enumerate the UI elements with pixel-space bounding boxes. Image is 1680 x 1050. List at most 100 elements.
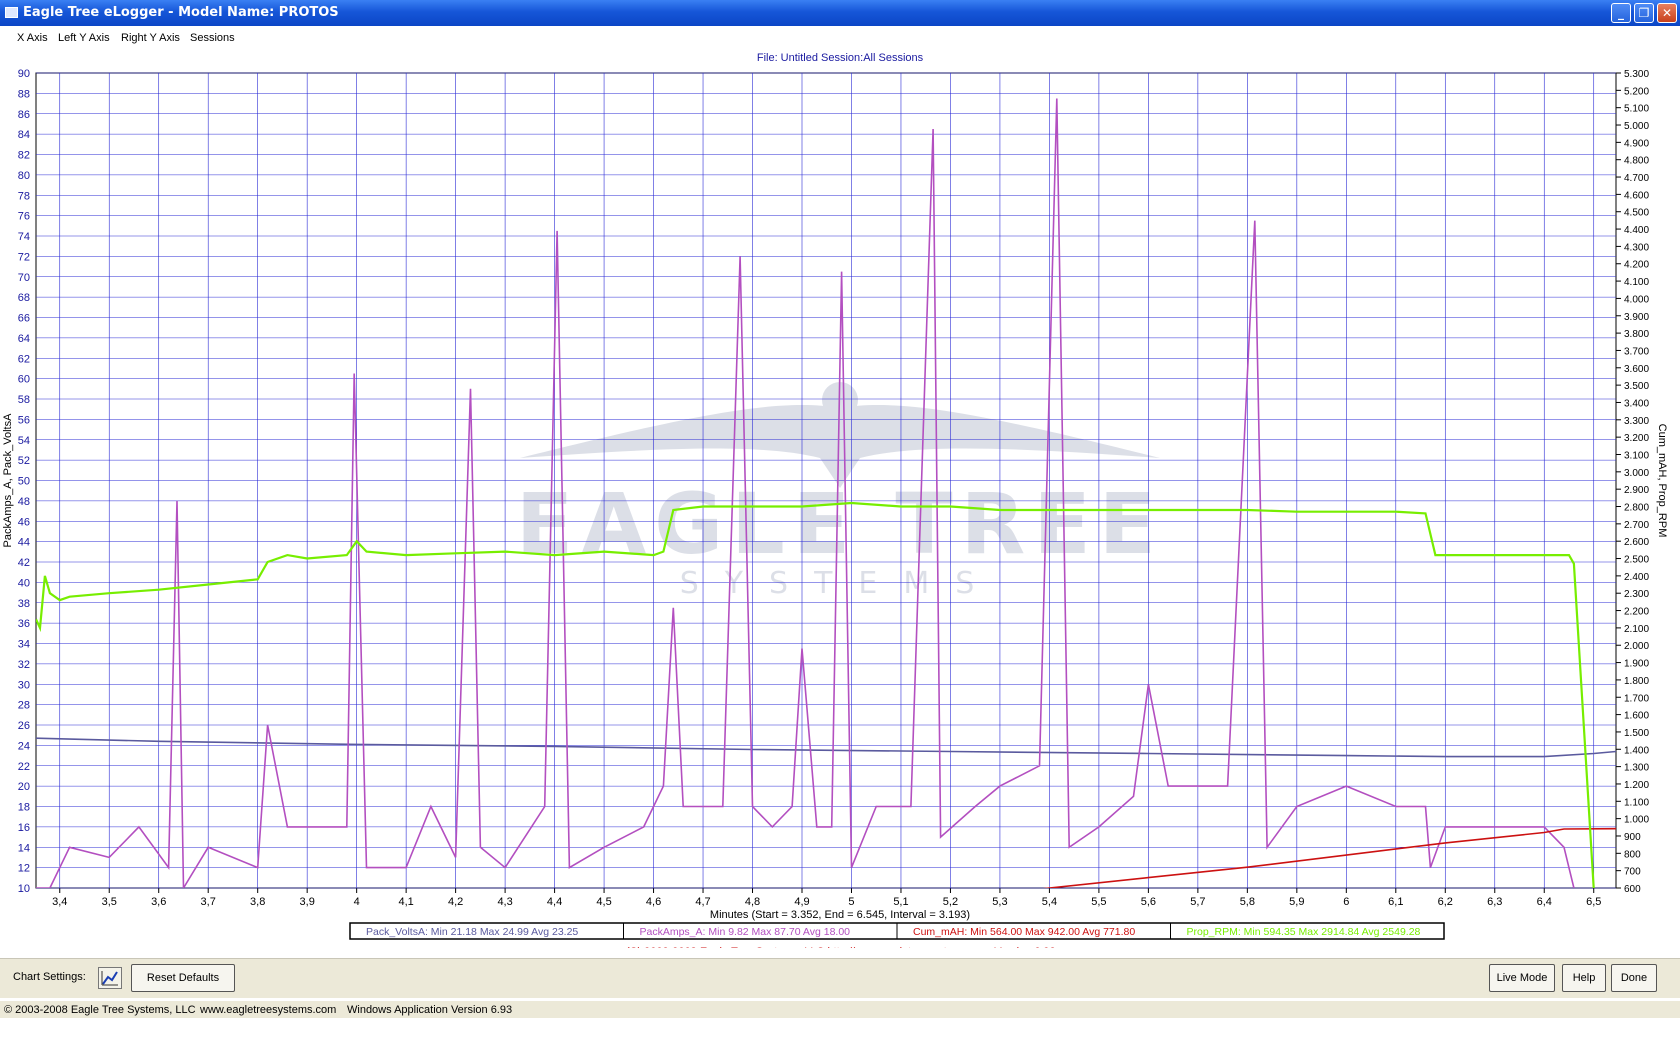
menu-sessions[interactable]: Sessions (190, 32, 235, 44)
window-title: Eagle Tree eLogger - Model Name: PROTOS (23, 5, 339, 20)
y-left-tick-label: 64 (18, 333, 30, 345)
live-mode-button[interactable]: Live Mode (1489, 964, 1555, 992)
y-left-tick-label: 88 (18, 88, 30, 100)
legend-entry: Cum_mAH: Min 564.00 Max 942.00 Avg 771.8… (913, 926, 1135, 938)
y-left-tick-label: 34 (18, 639, 30, 651)
y-right-tick-label: 3.000 (1624, 468, 1649, 479)
y-right-tick-label: 2.100 (1624, 624, 1649, 635)
y-left-tick-label: 36 (18, 618, 30, 630)
menu-x-axis[interactable]: X Axis (17, 32, 48, 44)
x-tick-label: 4,5 (596, 896, 611, 908)
x-tick-label: 5,8 (1240, 896, 1255, 908)
x-axis-label: Minutes (Start = 3.352, End = 6.545, Int… (710, 909, 970, 921)
y-right-tick-label: 2.500 (1624, 555, 1649, 566)
y-left-tick-label: 50 (18, 476, 30, 488)
menu-right-y-axis[interactable]: Right Y Axis (121, 32, 180, 44)
restore-icon: ❐ (1638, 6, 1650, 20)
y-right-tick-label: 5.000 (1624, 121, 1649, 132)
legend-entry: PackAmps_A: Min 9.82 Max 87.70 Avg 18.00 (640, 926, 851, 938)
y-right-tick-label: 1.300 (1624, 763, 1649, 774)
minimize-button[interactable]: _ (1611, 3, 1631, 23)
help-button[interactable]: Help (1562, 964, 1606, 992)
restore-button[interactable]: ❐ (1634, 3, 1654, 23)
x-tick-label: 6,1 (1388, 896, 1403, 908)
y-right-tick-label: 3.900 (1624, 312, 1649, 323)
y-left-tick-label: 38 (18, 598, 30, 610)
x-tick-label: 3,6 (151, 896, 166, 908)
y-right-tick-label: 4.000 (1624, 294, 1649, 305)
y-left-tick-label: 22 (18, 761, 30, 773)
y-right-tick-label: 800 (1624, 849, 1641, 860)
watermark-subtitle: SYSTEMS (680, 566, 1001, 601)
desktop-background (0, 1018, 1680, 1050)
reset-defaults-button[interactable]: Reset Defaults (131, 964, 235, 992)
y-right-tick-label: 2.000 (1624, 641, 1649, 652)
y-right-tick-label: 4.500 (1624, 208, 1649, 219)
x-tick-label: 6,2 (1438, 896, 1453, 908)
y-right-tick-label: 4.900 (1624, 138, 1649, 149)
x-tick-label: 5,7 (1190, 896, 1205, 908)
y-left-tick-label: 48 (18, 496, 30, 508)
y-left-tick-label: 62 (18, 353, 30, 365)
y-right-tick-label: 1.200 (1624, 780, 1649, 791)
y-left-tick-label: 90 (18, 68, 30, 80)
y-right-tick-label: 1.500 (1624, 728, 1649, 739)
y-right-tick-label: 4.400 (1624, 225, 1649, 236)
menu-left-y-axis[interactable]: Left Y Axis (58, 32, 110, 44)
app-copyright-line: (C) 2003-2008 Eagle Tree Systems, LLC ht… (625, 946, 1056, 948)
y-left-tick-label: 40 (18, 577, 30, 589)
y-right-tick-label: 3.500 (1624, 381, 1649, 392)
x-tick-label: 5,9 (1289, 896, 1304, 908)
x-tick-label: 3,4 (52, 896, 67, 908)
telemetry-chart[interactable]: File: Untitled Session:All Sessions EAGLE… (0, 48, 1680, 948)
y-right-tick-label: 2.200 (1624, 607, 1649, 618)
legend-entry: Prop_RPM: Min 594.35 Max 2914.84 Avg 254… (1187, 926, 1421, 938)
status-copyright: © 2003-2008 Eagle Tree Systems, LLC (4, 1004, 196, 1016)
y-right-tick-label: 4.800 (1624, 156, 1649, 167)
x-tick-label: 3,7 (201, 896, 216, 908)
x-tick-label: 3,8 (250, 896, 265, 908)
status-site: www.eagletreesystems.com (200, 1004, 337, 1016)
status-bar: © 2003-2008 Eagle Tree Systems, LLC www.… (0, 1000, 1680, 1018)
chart-area: File: Untitled Session:All Sessions EAGLE… (0, 48, 1680, 948)
x-tick-label: 3,9 (300, 896, 315, 908)
y-right-tick-label: 3.700 (1624, 346, 1649, 357)
y-right-tick-label: 900 (1624, 832, 1641, 843)
y-left-tick-label: 16 (18, 822, 30, 834)
y-right-axis-label: Cum_mAH, Prop_RPM (1656, 424, 1668, 538)
y-left-tick-label: 84 (18, 129, 30, 141)
y-right-tick-label: 2.800 (1624, 503, 1649, 514)
x-tick-label: 5,4 (1042, 896, 1057, 908)
y-right-tick-label: 1.000 (1624, 815, 1649, 826)
y-right-tick-label: 5.200 (1624, 86, 1649, 97)
chart-settings-button[interactable] (98, 967, 122, 989)
y-left-tick-label: 66 (18, 313, 30, 325)
chart-settings-icon (101, 971, 118, 986)
y-left-tick-label: 72 (18, 251, 30, 263)
file-session-info: File: Untitled Session:All Sessions (757, 52, 924, 64)
x-tick-label: 5 (848, 896, 854, 908)
y-right-tick-label: 4.300 (1624, 242, 1649, 253)
x-tick-label: 4,8 (745, 896, 760, 908)
x-tick-label: 4,7 (695, 896, 710, 908)
y-left-tick-label: 28 (18, 700, 30, 712)
y-left-tick-label: 60 (18, 374, 30, 386)
done-button[interactable]: Done (1611, 964, 1657, 992)
close-icon: ✕ (1661, 6, 1673, 20)
menu-bar: X Axis Left Y Axis Right Y Axis Sessions (0, 28, 1680, 48)
x-tick-label: 5,2 (943, 896, 958, 908)
x-tick-label: 5,3 (992, 896, 1007, 908)
y-right-tick-label: 1.400 (1624, 745, 1649, 756)
y-left-tick-label: 80 (18, 170, 30, 182)
x-tick-label: 5,5 (1091, 896, 1106, 908)
y-right-tick-label: 2.900 (1624, 485, 1649, 496)
y-right-tick-label: 3.400 (1624, 398, 1649, 409)
y-right-tick-label: 2.300 (1624, 589, 1649, 600)
y-right-tick-label: 1.600 (1624, 711, 1649, 722)
y-right-tick-label: 4.200 (1624, 260, 1649, 271)
close-button[interactable]: ✕ (1657, 3, 1677, 23)
y-right-tick-label: 2.400 (1624, 572, 1649, 583)
y-left-tick-label: 82 (18, 150, 30, 162)
app-icon (5, 7, 18, 18)
y-right-tick-label: 3.200 (1624, 433, 1649, 444)
